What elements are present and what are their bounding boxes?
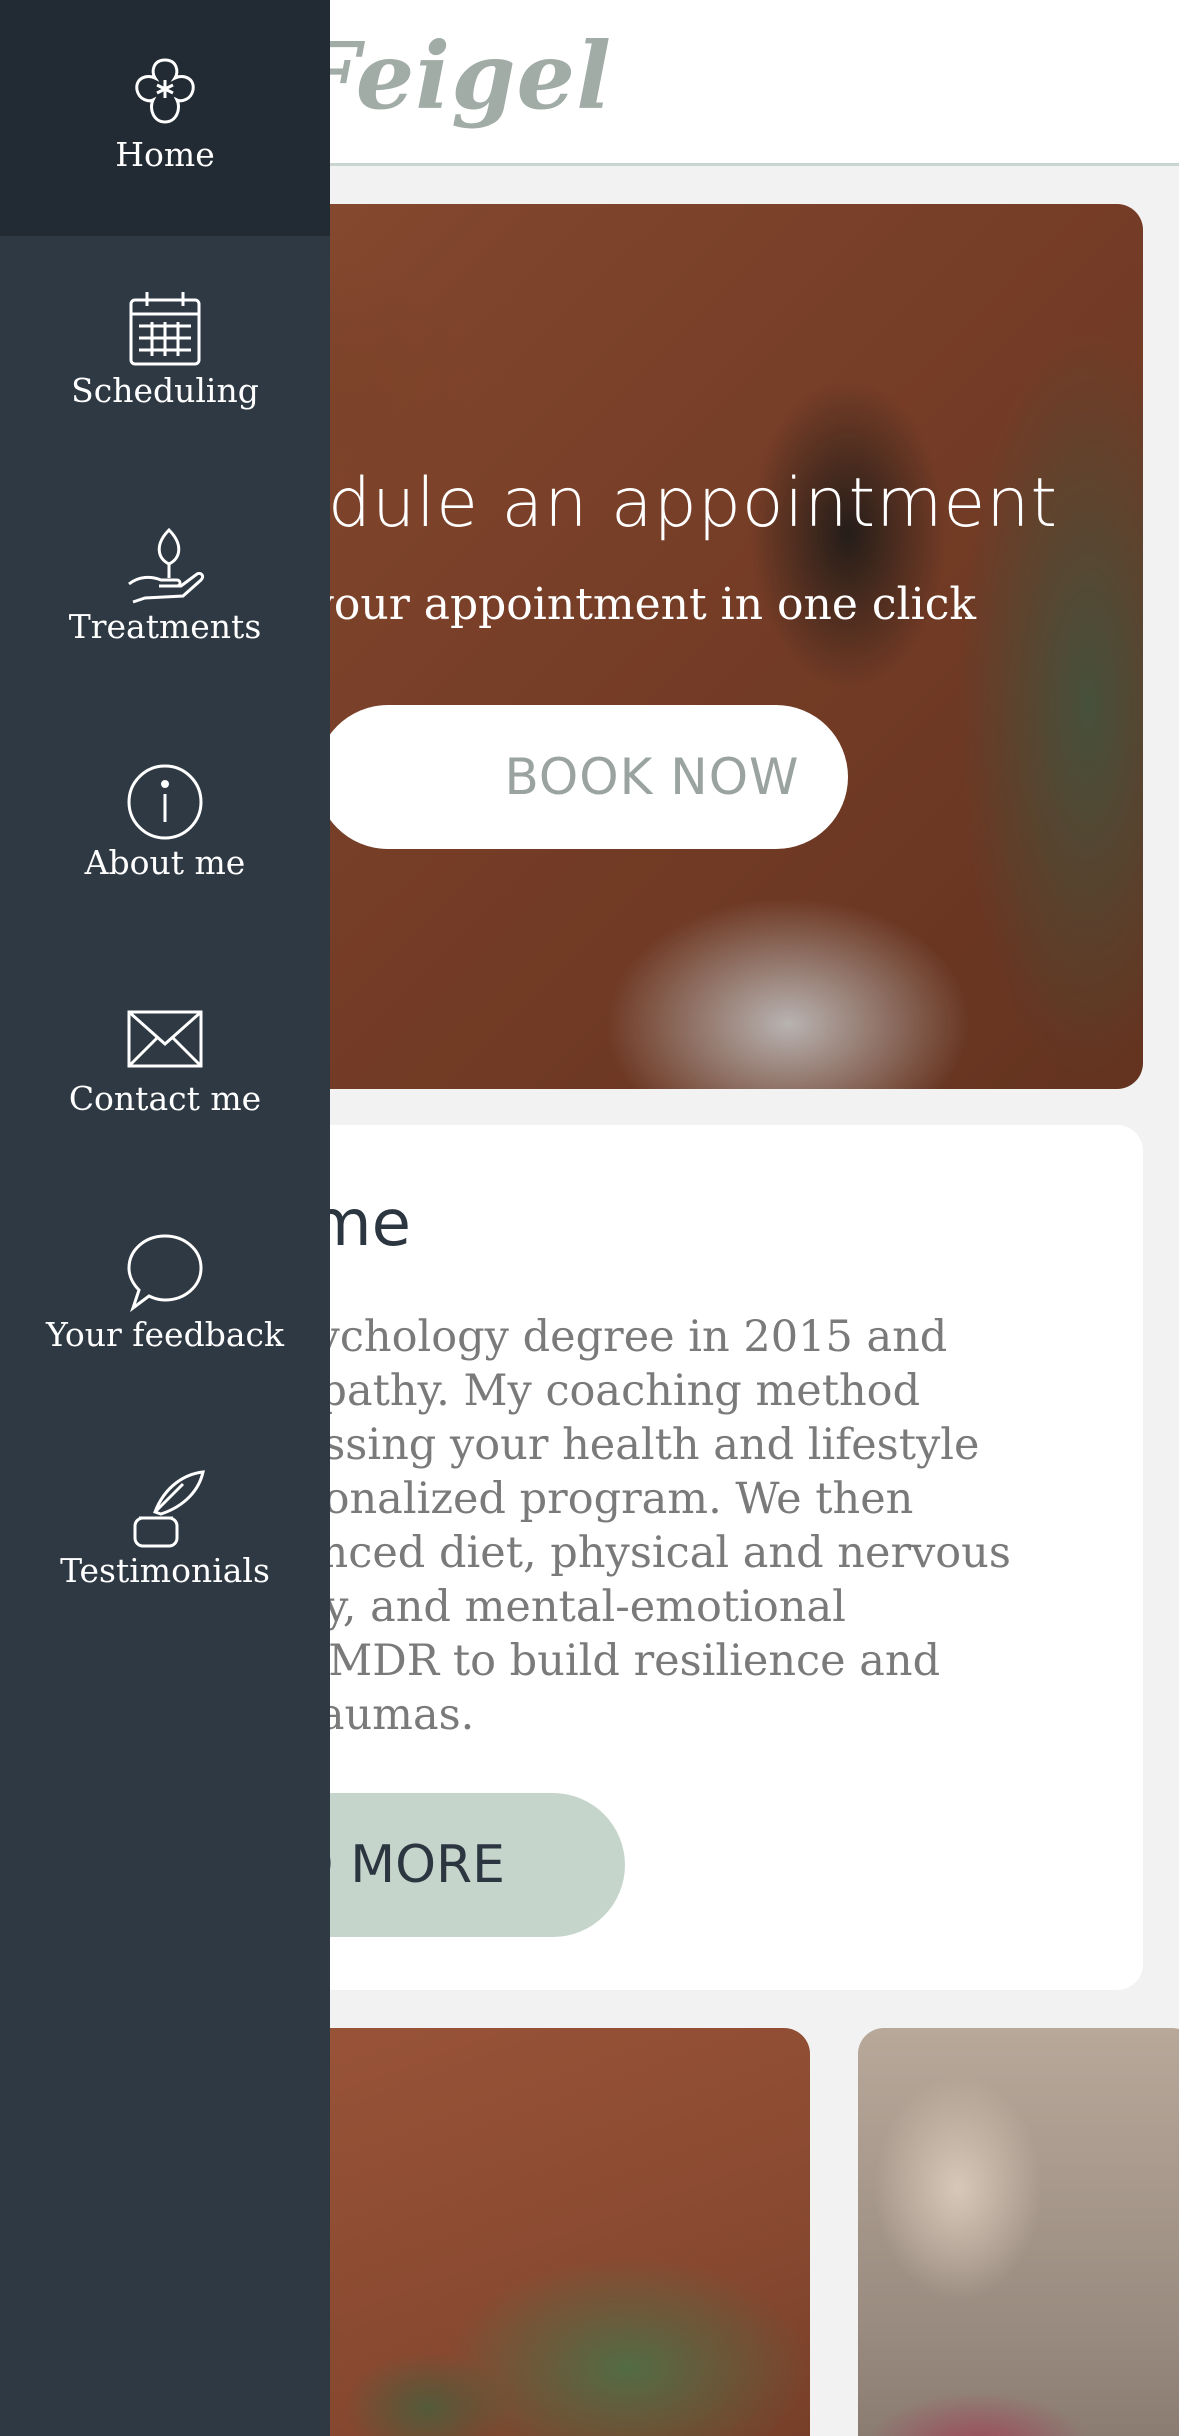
sidebar-nav: Home Scheduling Treatments About me Cont… [0,0,330,2436]
sidebar-item-label: About me [84,843,246,882]
hand-plant-icon [125,522,205,606]
sidebar-item-label: Home [115,135,215,174]
app-screen: sa Feigel dule an appointment your appoi… [0,0,1179,2436]
about-card: me y psychology degree in 2015 and turop… [228,1125,1143,1990]
sidebar-item-label: Testimonials [60,1551,270,1590]
sidebar-item-label: Your feedback [46,1315,284,1354]
about-line: ng EMDR to build resilience and [228,1636,941,1686]
sidebar-item-label: Scheduling [71,371,259,410]
about-line: personalized program. We then [228,1474,914,1524]
sidebar-item-about-me[interactable]: About me [0,708,330,944]
gallery-photo-card[interactable] [858,2028,1179,2436]
about-line: y psychology degree in 2015 and [228,1312,948,1362]
hero-banner: dule an appointment your appointment in … [228,204,1143,1089]
about-line: st traumas. [228,1690,475,1740]
sidebar-item-testimonials[interactable]: Testimonials [0,1416,330,1652]
envelope-icon [125,994,205,1078]
about-line: assessing your health and lifestyle [228,1420,980,1470]
sidebar-item-label: Contact me [68,1079,262,1118]
sidebar-item-scheduling[interactable]: Scheduling [0,236,330,472]
book-now-button[interactable]: BOOK NOW [316,705,848,849]
about-line: overy, and mental-emotional [228,1582,846,1632]
hero-subtitle: your appointment in one click [309,579,976,630]
hero-photo-overlay [228,204,1143,1089]
sidebar-item-treatments[interactable]: Treatments [0,472,330,708]
sidebar-item-contact-me[interactable]: Contact me [0,944,330,1180]
sidebar-item-your-feedback[interactable]: Your feedback [0,1180,330,1416]
speech-bubble-icon [125,1230,205,1314]
sidebar-item-home[interactable]: Home [0,0,330,236]
calendar-icon [125,286,205,370]
about-text: y psychology degree in 2015 and turopath… [228,1310,1108,1742]
hero-title: dule an appointment [327,464,1058,543]
flower-icon [125,50,205,134]
about-line: turopathy. My coaching method [228,1366,921,1416]
about-line: balanced diet, physical and nervous [228,1528,1011,1578]
info-icon [125,758,205,842]
quill-inkpot-icon [125,1466,205,1550]
sidebar-item-label: Treatments [68,607,262,646]
